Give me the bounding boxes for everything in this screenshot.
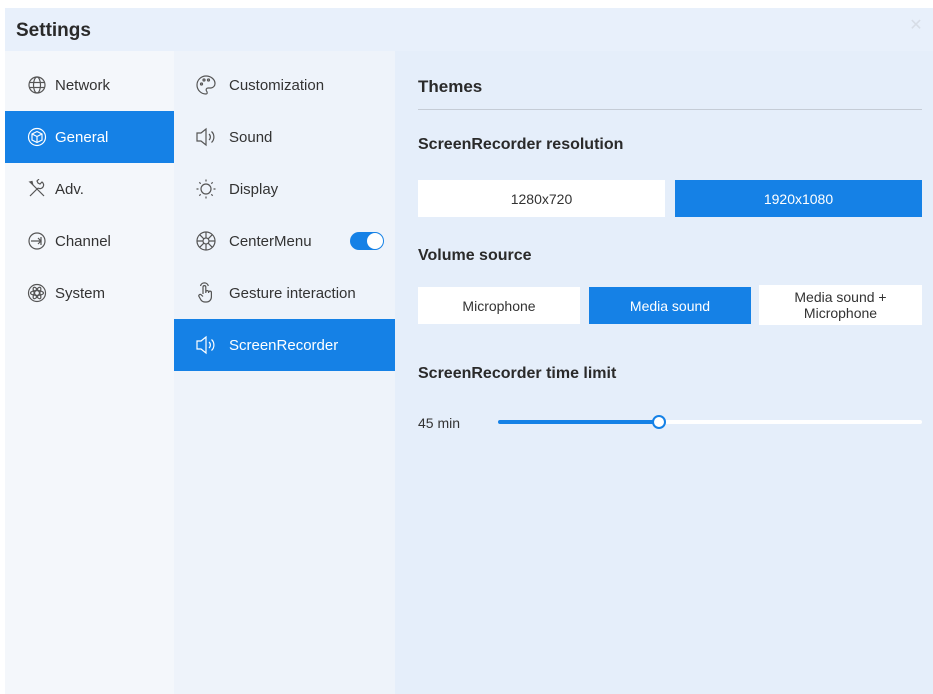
- themes-heading: Themes: [418, 77, 483, 96]
- sidebar-item-network[interactable]: Network: [5, 59, 174, 111]
- submenu-item-label: CenterMenu: [229, 232, 312, 250]
- submenu-item-label: Sound: [229, 128, 273, 146]
- input-icon: [27, 231, 47, 251]
- toggle-knob: [367, 233, 383, 249]
- time-limit-heading: ScreenRecorder time limit: [418, 365, 617, 382]
- volume-option-microphone[interactable]: Microphone: [418, 287, 580, 324]
- sun-icon: [195, 178, 217, 200]
- sidebar-item-label: General: [55, 128, 109, 146]
- hand-icon: [195, 282, 217, 304]
- resolution-heading: ScreenRecorder resolution: [418, 136, 624, 153]
- screenrecorder-settings-panel: Themes ScreenRecorder resolution 1280x72…: [395, 51, 933, 694]
- slider-fill: [498, 420, 660, 424]
- submenu-item-label: Gesture interaction: [229, 284, 356, 302]
- slider-thumb[interactable]: [652, 415, 667, 429]
- sidebar-item-general[interactable]: General: [5, 111, 174, 163]
- atom-icon: [27, 283, 47, 303]
- submenu-item-label: Display: [229, 180, 279, 198]
- submenu-item-sound[interactable]: Sound: [174, 111, 395, 163]
- submenu-item-gesture[interactable]: Gesture interaction: [174, 267, 395, 319]
- title-bar: Settings ✕: [5, 8, 933, 51]
- volume-option-media-sound[interactable]: Media sound: [589, 287, 751, 324]
- tools-icon: [27, 179, 47, 199]
- sidebar-item-label: System: [55, 284, 106, 302]
- category-sidebar: Network General Adv. Channel System: [5, 51, 174, 694]
- submenu-item-screenrecorder[interactable]: ScreenRecorder: [174, 319, 395, 371]
- sidebar-item-label: Network: [55, 76, 111, 94]
- divider: [418, 109, 922, 110]
- sidebar-item-label: Adv.: [55, 180, 84, 198]
- volume-source-heading: Volume source: [418, 247, 532, 264]
- speaker-icon: [195, 334, 217, 356]
- submenu-item-centermenu[interactable]: CenterMenu: [174, 215, 395, 267]
- wheel-icon: [195, 230, 217, 252]
- sidebar-item-system[interactable]: System: [5, 267, 174, 319]
- palette-icon: [195, 74, 217, 96]
- sidebar-item-adv[interactable]: Adv.: [5, 163, 174, 215]
- time-limit-slider[interactable]: [498, 415, 922, 429]
- sidebar-item-label: Channel: [55, 232, 111, 250]
- resolution-option-1920x1080[interactable]: 1920x1080: [675, 180, 922, 217]
- window-title: Settings: [16, 20, 91, 41]
- time-limit-value: 45 min: [418, 415, 461, 431]
- cube-icon: [27, 127, 47, 147]
- volume-option-media-and-microphone[interactable]: Media sound + Microphone: [759, 285, 922, 325]
- general-submenu: Customization Sound Display CenterMenu G…: [174, 51, 395, 694]
- submenu-item-label: ScreenRecorder: [229, 336, 339, 354]
- sidebar-item-channel[interactable]: Channel: [5, 215, 174, 267]
- settings-window: Settings ✕ Network General Adv. Channel …: [5, 8, 933, 694]
- centermenu-toggle[interactable]: [350, 232, 384, 250]
- resolution-option-1280x720[interactable]: 1280x720: [418, 180, 665, 217]
- submenu-item-customization[interactable]: Customization: [174, 59, 395, 111]
- close-icon[interactable]: ✕: [909, 18, 923, 34]
- submenu-item-display[interactable]: Display: [174, 163, 395, 215]
- speaker-icon: [195, 126, 217, 148]
- globe-icon: [27, 75, 47, 95]
- submenu-item-label: Customization: [229, 76, 325, 94]
